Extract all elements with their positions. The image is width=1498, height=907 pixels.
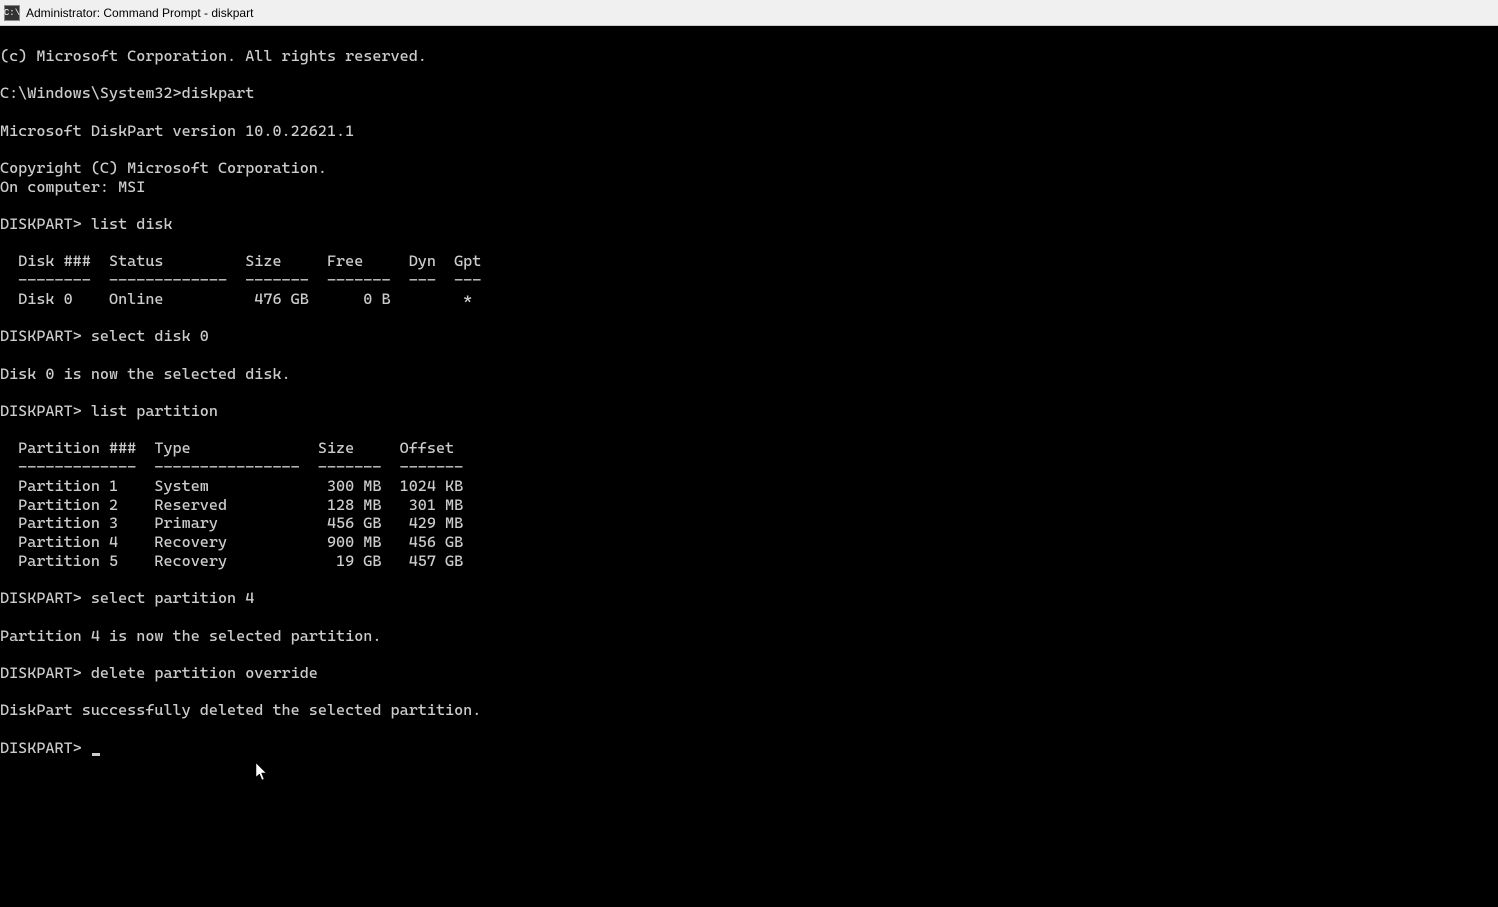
line: DISKPART> list partition [0,402,218,420]
line: DISKPART> list disk [0,215,173,233]
line: Copyright (C) Microsoft Corporation. [0,159,327,177]
line: On computer: MSI [0,178,145,196]
line: Microsoft DiskPart version 10.0.22621.1 [0,122,354,140]
window-title: Administrator: Command Prompt - diskpart [26,6,253,20]
line: -------- ------------- ------- ------- -… [0,271,481,289]
line: DISKPART> select partition 4 [0,589,254,607]
line: Partition 2 Reserved 128 MB 301 MB [0,496,463,514]
line: Partition 3 Primary 456 GB 429 MB [0,514,463,532]
line: Partition ### Type Size Offset [0,439,454,457]
line: Disk 0 Online 476 GB 0 B * [0,290,472,308]
line: Partition 4 Recovery 900 MB 456 GB [0,533,463,551]
line: DiskPart successfully deleted the select… [0,701,481,719]
line: Partition 4 is now the selected partitio… [0,627,381,645]
terminal-output: (c) Microsoft Corporation. All rights re… [0,47,1498,758]
title-bar[interactable]: C:\ Administrator: Command Prompt - disk… [0,0,1498,26]
line: ------------- ---------------- ------- -… [0,458,463,476]
line: DISKPART> delete partition override [0,664,318,682]
cmd-icon: C:\ [4,5,20,21]
line: DISKPART> select disk 0 [0,327,209,345]
line: C:\Windows\System32>diskpart [0,84,254,102]
line: Disk ### Status Size Free Dyn Gpt [0,252,481,270]
text-cursor [92,753,100,756]
mouse-cursor-icon [256,763,268,782]
terminal-area[interactable]: (c) Microsoft Corporation. All rights re… [0,26,1498,907]
line: (c) Microsoft Corporation. All rights re… [0,47,427,65]
prompt-line: DISKPART> [0,739,91,757]
line: Disk 0 is now the selected disk. [0,365,291,383]
line: Partition 5 Recovery 19 GB 457 GB [0,552,463,570]
line: Partition 1 System 300 MB 1024 KB [0,477,463,495]
